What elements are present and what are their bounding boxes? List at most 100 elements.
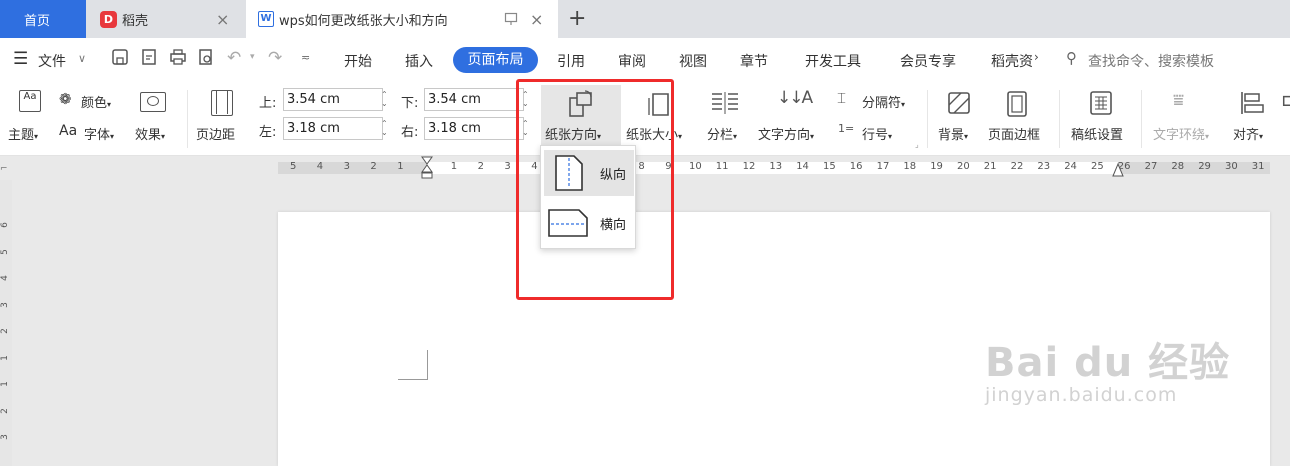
chevron-down-icon[interactable]: ▾ — [250, 52, 255, 62]
top-margin-label: 上: — [259, 96, 277, 111]
vertical-ruler-tick: 2 — [0, 328, 10, 334]
chevron-down-icon[interactable]: ∨ — [78, 52, 86, 65]
page-border-button[interactable]: 页面边框 — [988, 124, 1040, 143]
tab-home[interactable]: 首页 — [0, 0, 86, 38]
left-margin-label: 左: — [259, 125, 277, 140]
background-icon[interactable] — [946, 90, 972, 116]
pin-icon[interactable] — [504, 12, 518, 26]
vertical-ruler-tick: 6 — [0, 222, 10, 228]
theme-button[interactable]: 主题▾ — [8, 124, 38, 143]
indent-marker-icon[interactable] — [421, 156, 433, 180]
right-indent-marker-icon[interactable] — [1112, 162, 1124, 178]
menu-daoke-resources[interactable]: 稻壳资 — [991, 51, 1033, 71]
text-wrap-button[interactable]: 文字环绕▾ — [1153, 124, 1209, 143]
ruler-tick: 4 — [316, 161, 324, 172]
ruler-tick: 1 — [450, 161, 458, 172]
tab-document[interactable]: W wps如何更改纸张大小和方向 × — [246, 0, 558, 38]
menu-member[interactable]: 会员专享 — [900, 51, 956, 71]
ruler-tick: 30 — [1225, 161, 1238, 172]
ruler-tick: 13 — [769, 161, 783, 172]
search-command-input[interactable]: 查找命令、搜索模板 — [1088, 51, 1214, 71]
effects-icon[interactable] — [140, 92, 166, 112]
baidu-jingyan-watermark: Bai du 经验 jingyan.baidu.com — [985, 330, 1230, 406]
columns-icon[interactable] — [710, 91, 740, 115]
save-icon[interactable] — [111, 48, 129, 66]
page-border-icon[interactable] — [1005, 90, 1029, 118]
tab-bar: 首页 D 稻壳 × W wps如何更改纸张大小和方向 × + — [0, 0, 1290, 38]
vertical-ruler-tick: 3 — [0, 301, 10, 308]
print-icon[interactable] — [169, 48, 187, 66]
fonts-button[interactable]: 字体▾ — [84, 124, 114, 143]
theme-icon[interactable]: Aa — [19, 90, 41, 112]
top-margin-stepper[interactable]: ⌃ ⌄ — [381, 90, 388, 108]
menu-file[interactable]: 文件 — [38, 51, 66, 71]
align-button[interactable]: 对齐▾ — [1233, 124, 1263, 143]
vertical-ruler[interactable]: 6 5 4 3 2 1 1 2 3 — [0, 180, 12, 466]
breaks-button[interactable]: 分隔符▾ — [862, 92, 905, 111]
daoke-logo-icon: D — [100, 10, 117, 28]
ruler-tick: 16 — [849, 161, 863, 172]
ruler-tick: 27 — [1144, 161, 1158, 172]
bottom-margin-input[interactable]: 3.54 cm — [424, 88, 524, 111]
highlight-box — [516, 79, 674, 300]
background-button[interactable]: 背景▾ — [938, 124, 968, 143]
text-wrap-icon: ⩸ — [1173, 90, 1184, 111]
redo-icon[interactable]: ↷ — [268, 48, 282, 68]
more-tools-icon[interactable]: ⊏ — [1281, 90, 1290, 111]
add-tab-button[interactable]: + — [568, 6, 586, 31]
menu-section[interactable]: 章节 — [740, 51, 768, 71]
tab-daoke[interactable]: D 稻壳 × — [86, 0, 244, 38]
hamburger-menu-icon[interactable]: ☰ — [13, 49, 28, 69]
menu-references[interactable]: 引用 — [557, 51, 585, 71]
text-direction-icon[interactable]: ↓↓A — [777, 88, 813, 108]
print-preview-icon[interactable] — [197, 48, 215, 66]
tab-document-label: wps如何更改纸张大小和方向 — [279, 13, 448, 29]
ruler-tick: 22 — [1010, 161, 1024, 172]
right-margin-input[interactable]: 3.18 cm — [424, 117, 524, 140]
ruler-tick: 2 — [477, 161, 484, 172]
tab-stop-icon[interactable]: ⌐ — [0, 164, 8, 174]
grid-paper-icon[interactable] — [1089, 90, 1113, 116]
margins-button[interactable]: 页边距 — [196, 124, 235, 143]
dialog-launcher-icon[interactable]: ⌟ — [915, 140, 919, 149]
ruler-tick: 14 — [796, 161, 809, 172]
grid-paper-button[interactable]: 稿纸设置 — [1071, 124, 1123, 143]
text-direction-button[interactable]: 文字方向▾ — [758, 124, 814, 143]
search-icon[interactable]: ⚲ — [1066, 49, 1077, 67]
right-margin-label: 右: — [401, 125, 419, 140]
divider — [1059, 90, 1060, 148]
align-icon[interactable] — [1239, 90, 1265, 116]
ruler-tick: 3 — [343, 161, 350, 172]
bottom-margin-label: 下: — [401, 96, 419, 111]
close-icon[interactable]: × — [216, 10, 229, 29]
menu-review[interactable]: 审阅 — [618, 51, 646, 71]
menu-bar: ☰ 文件 ∨ ↶ ▾ ↷ ≂ 开始 插入 页面布局 引用 审阅 视图 章节 开发… — [0, 38, 1290, 82]
columns-button[interactable]: 分栏▾ — [707, 124, 737, 143]
left-margin-input[interactable]: 3.18 cm — [283, 117, 383, 140]
ruler-tick: 31 — [1251, 161, 1265, 172]
tab-daoke-label: 稻壳 — [122, 13, 149, 29]
chevron-right-icon[interactable]: › — [1034, 50, 1039, 64]
margins-icon[interactable] — [211, 90, 233, 116]
ruler-tick: 18 — [903, 161, 917, 172]
customize-toolbar-icon[interactable]: ≂ — [301, 51, 310, 64]
line-numbers-button[interactable]: 行号▾ — [862, 124, 892, 143]
undo-icon[interactable]: ↶ — [227, 48, 241, 68]
ruler-tick: 28 — [1171, 161, 1185, 172]
close-icon[interactable]: × — [530, 10, 543, 29]
colors-button[interactable]: 颜色▾ — [81, 92, 111, 111]
left-margin-stepper[interactable]: ⌃ ⌄ — [381, 119, 388, 137]
breaks-icon: ⌶ — [837, 89, 847, 107]
effects-button[interactable]: 效果▾ — [135, 124, 165, 143]
menu-view[interactable]: 视图 — [679, 51, 707, 71]
ruler-tick: 24 — [1064, 161, 1077, 172]
margin-corner-marker — [398, 350, 428, 380]
menu-page-layout[interactable]: 页面布局 — [453, 47, 538, 73]
writer-doc-icon: W — [258, 11, 274, 27]
top-margin-input[interactable]: 3.54 cm — [283, 88, 383, 111]
menu-insert[interactable]: 插入 — [405, 51, 433, 71]
export-pdf-icon[interactable] — [140, 48, 158, 66]
menu-developer[interactable]: 开发工具 — [805, 51, 861, 71]
menu-start[interactable]: 开始 — [344, 51, 372, 71]
ruler-tick: 5 — [290, 161, 297, 172]
